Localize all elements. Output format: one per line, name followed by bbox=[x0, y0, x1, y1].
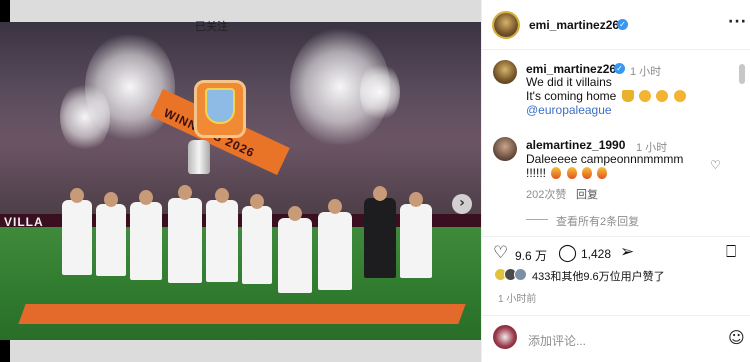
post-photo[interactable]: VILLA WINNERS 2026 bbox=[0, 22, 481, 340]
more-options-icon[interactable]: ··· bbox=[728, 14, 747, 30]
player-head bbox=[178, 185, 192, 200]
author-username[interactable]: emi_martinez26 bbox=[529, 18, 619, 32]
comment-reply-button[interactable]: 回复 bbox=[576, 186, 598, 202]
like-count[interactable]: 9.6 万 bbox=[515, 247, 547, 264]
likes-summary[interactable]: 433和其他9.6万位用户赞了 bbox=[532, 268, 665, 284]
viewer-avatar bbox=[493, 325, 517, 349]
comment-count[interactable]: 1,428 bbox=[581, 247, 611, 261]
comment-text-line-2-text: !!!!!! bbox=[526, 166, 547, 180]
fire-emoji-icon bbox=[551, 167, 562, 179]
comment-icon[interactable]: ◯ bbox=[558, 243, 577, 263]
verified-badge-icon: ✓ bbox=[614, 63, 625, 74]
player-head bbox=[70, 188, 84, 203]
fire-emoji-icon bbox=[582, 167, 593, 179]
player-head bbox=[409, 192, 423, 207]
post-side-panel bbox=[481, 0, 750, 362]
commenter-avatar[interactable] bbox=[493, 137, 517, 161]
caption-line-2: It's coming home bbox=[526, 89, 686, 103]
player-head bbox=[215, 188, 229, 203]
trophy bbox=[188, 140, 210, 174]
author-avatar[interactable] bbox=[492, 11, 520, 39]
caption-line-1: We did it villains bbox=[526, 75, 612, 89]
caption-mention-link[interactable]: @europaleague bbox=[526, 103, 612, 117]
player bbox=[318, 212, 352, 290]
liker-avatar[interactable] bbox=[514, 268, 527, 281]
bookmark-icon[interactable]: ⎕ bbox=[726, 242, 736, 262]
player-head bbox=[139, 190, 153, 205]
comments-scrollbar[interactable] bbox=[739, 64, 745, 84]
caption-line-2-text: It's coming home bbox=[526, 89, 617, 103]
fire-emoji-icon bbox=[597, 167, 608, 179]
player-head bbox=[328, 199, 342, 214]
player-head bbox=[250, 194, 264, 209]
comment-like-icon[interactable]: ♡ bbox=[710, 158, 721, 172]
player bbox=[278, 218, 312, 293]
post-timestamp: 1 小时前 bbox=[498, 294, 537, 305]
player bbox=[400, 204, 432, 278]
caption-username[interactable]: emi_martinez26 bbox=[526, 62, 616, 76]
emoji-icon[interactable]: ☺ bbox=[728, 328, 745, 347]
comment-input[interactable]: 添加评论... bbox=[528, 332, 586, 349]
verified-badge-icon: ✓ bbox=[617, 19, 628, 30]
instagram-post-viewer: VILLA WINNERS 2026 bbox=[0, 0, 750, 362]
smile-emoji-icon bbox=[656, 90, 669, 102]
view-replies-button[interactable]: 查看所有2条回复 bbox=[556, 213, 639, 229]
caption-avatar[interactable] bbox=[493, 60, 517, 84]
player bbox=[96, 204, 126, 276]
fire-emoji-icon bbox=[566, 167, 577, 179]
smile-emoji-icon bbox=[673, 90, 686, 102]
player bbox=[168, 198, 202, 283]
heart-icon[interactable]: ♡ bbox=[493, 243, 508, 263]
comment-text-line-1: Daleeeee campeonnnmmmm bbox=[526, 152, 684, 166]
caption-time: 1 小时 bbox=[630, 66, 662, 78]
player-head bbox=[373, 186, 387, 201]
smile-emoji-icon bbox=[639, 90, 652, 102]
player-head bbox=[288, 206, 302, 221]
player bbox=[62, 200, 92, 275]
comment-composer bbox=[481, 315, 750, 362]
comment-text-line-2: !!!!!! bbox=[526, 166, 608, 180]
player bbox=[206, 200, 238, 282]
comment-likes-count[interactable]: 202次赞 bbox=[526, 186, 566, 202]
follow-state-button[interactable]: 已关注 bbox=[195, 18, 228, 34]
celebration-stage bbox=[18, 304, 466, 324]
next-slide-button[interactable]: › bbox=[452, 194, 472, 214]
goalkeeper bbox=[364, 198, 396, 278]
actions-divider bbox=[481, 236, 750, 237]
view-replies-divider bbox=[526, 219, 548, 220]
player bbox=[130, 202, 162, 280]
crest-shield-icon bbox=[205, 88, 235, 124]
commenter-username[interactable]: alemartinez_1990 bbox=[526, 138, 625, 152]
trophy-emoji-icon bbox=[621, 90, 634, 102]
player-head bbox=[104, 192, 118, 207]
confetti-burst bbox=[360, 62, 400, 122]
share-icon[interactable]: ➢ bbox=[620, 242, 634, 262]
player bbox=[242, 206, 272, 284]
confetti-burst bbox=[60, 82, 110, 152]
